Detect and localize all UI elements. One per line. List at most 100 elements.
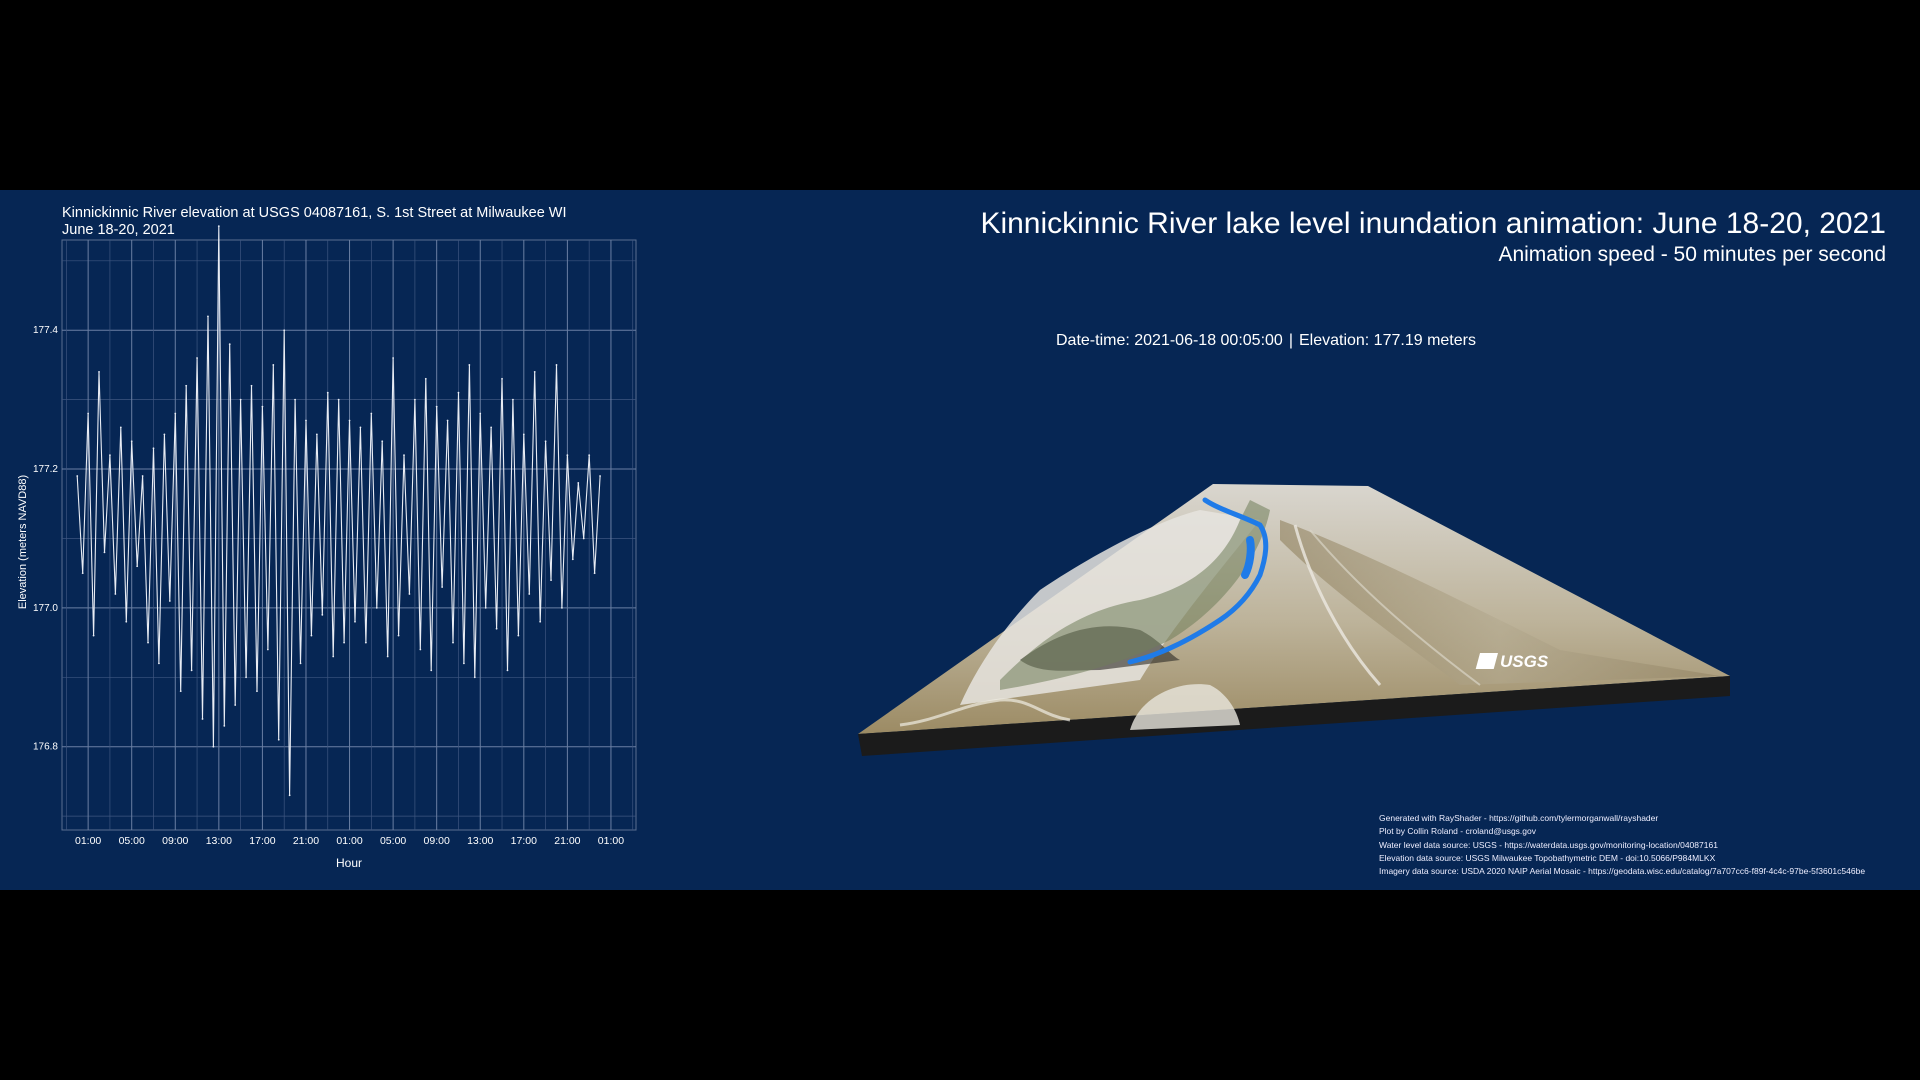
x-tick-label: 13:00 bbox=[467, 835, 493, 847]
animation-speed: Animation speed - 50 minutes per second bbox=[1498, 243, 1886, 266]
data-point bbox=[114, 593, 117, 595]
data-point bbox=[185, 384, 188, 387]
x-tick-label: 13:00 bbox=[206, 835, 232, 847]
data-point bbox=[506, 669, 509, 672]
chart-title: Kinnickinnic River elevation at USGS 040… bbox=[62, 205, 567, 221]
data-point bbox=[446, 419, 449, 422]
data-point bbox=[179, 690, 182, 693]
data-point bbox=[375, 606, 378, 609]
data-point bbox=[435, 405, 438, 408]
data-point bbox=[234, 704, 237, 706]
credits-block: Generated with RayShader - https://githu… bbox=[1379, 812, 1865, 878]
data-point bbox=[201, 718, 204, 720]
x-tick-label: 05:00 bbox=[119, 835, 145, 847]
data-point bbox=[81, 572, 84, 575]
data-point bbox=[555, 364, 558, 366]
data-point bbox=[228, 343, 231, 346]
data-point bbox=[168, 600, 171, 602]
data-point bbox=[490, 426, 493, 429]
data-point bbox=[141, 475, 144, 477]
data-point bbox=[419, 648, 422, 651]
data-point bbox=[593, 572, 596, 575]
data-point bbox=[424, 377, 427, 380]
data-point bbox=[337, 398, 340, 401]
data-point bbox=[484, 606, 487, 609]
credit-line-water-data: Water level data source: USGS - https://… bbox=[1379, 839, 1718, 850]
x-tick-label: 21:00 bbox=[554, 835, 580, 847]
elevation-readout: Elevation: 177.19 meters bbox=[1298, 332, 1476, 349]
usgs-logo-text: USGS bbox=[1500, 652, 1549, 671]
data-point bbox=[550, 579, 552, 582]
data-point bbox=[261, 405, 264, 408]
data-point bbox=[130, 440, 133, 443]
data-point bbox=[479, 412, 482, 415]
data-point bbox=[539, 620, 542, 623]
x-tick-label: 17:00 bbox=[511, 835, 537, 847]
data-point bbox=[266, 648, 269, 651]
y-axis-label: Elevation (meters NAVD88) bbox=[17, 475, 29, 609]
status-separator: | bbox=[1288, 332, 1293, 349]
data-point bbox=[413, 398, 416, 401]
data-point bbox=[196, 357, 198, 359]
data-point bbox=[92, 634, 95, 637]
data-point bbox=[566, 454, 569, 457]
data-point bbox=[533, 370, 536, 373]
data-point bbox=[397, 634, 400, 637]
data-point bbox=[364, 641, 367, 644]
data-point bbox=[473, 676, 476, 679]
data-point bbox=[343, 641, 345, 644]
data-point bbox=[152, 447, 155, 450]
data-point bbox=[321, 613, 324, 616]
data-point bbox=[223, 724, 226, 727]
terrain-render: USGS bbox=[858, 484, 1730, 756]
data-point bbox=[147, 641, 149, 644]
data-point bbox=[495, 627, 498, 630]
y-tick-label: 177.4 bbox=[33, 325, 58, 336]
data-point bbox=[207, 315, 209, 318]
elevation-series-line bbox=[76, 226, 601, 796]
data-point bbox=[158, 662, 160, 665]
data-point bbox=[441, 586, 444, 588]
data-point bbox=[561, 606, 563, 609]
data-point bbox=[348, 419, 351, 422]
data-point bbox=[430, 669, 433, 672]
x-tick-label: 01:00 bbox=[336, 835, 362, 847]
x-tick-label: 09:00 bbox=[424, 835, 450, 847]
data-point bbox=[272, 364, 275, 366]
data-point bbox=[528, 593, 531, 595]
data-point bbox=[190, 669, 193, 672]
credit-line-elevation-data: Elevation data source: USGS Milwaukee To… bbox=[1379, 852, 1716, 863]
data-point bbox=[277, 738, 280, 741]
x-axis-label: Hour bbox=[336, 856, 362, 870]
data-point bbox=[517, 634, 520, 637]
data-point bbox=[76, 475, 79, 477]
data-point bbox=[582, 537, 585, 540]
terrain-block bbox=[858, 484, 1730, 756]
chart-subtitle: June 18-20, 2021 bbox=[62, 222, 175, 238]
data-point bbox=[212, 745, 215, 748]
x-tick-label: 21:00 bbox=[293, 835, 319, 847]
data-point bbox=[599, 475, 601, 477]
data-point bbox=[310, 634, 313, 637]
x-tick-label: 01:00 bbox=[598, 835, 624, 847]
data-point bbox=[544, 440, 547, 443]
data-point bbox=[109, 454, 111, 457]
data-point bbox=[315, 433, 318, 436]
data-point bbox=[283, 329, 286, 332]
data-point bbox=[245, 676, 247, 679]
data-point bbox=[332, 655, 335, 658]
data-point bbox=[501, 377, 503, 380]
data-point bbox=[571, 558, 574, 561]
data-point bbox=[370, 412, 373, 415]
datetime-readout: Date-time: 2021-06-18 00:05:00 bbox=[1056, 332, 1283, 349]
elevation-chart: 176.8 177.0 177.2 177.4 01:00 05:00 09:00 13:0… bbox=[17, 225, 637, 870]
data-point bbox=[392, 357, 395, 359]
data-point bbox=[294, 398, 296, 401]
data-point bbox=[299, 662, 302, 665]
data-point bbox=[87, 412, 90, 415]
data-point bbox=[457, 391, 460, 394]
data-point bbox=[381, 440, 384, 443]
data-point bbox=[588, 454, 591, 457]
data-point bbox=[256, 690, 258, 693]
data-point bbox=[452, 641, 454, 644]
